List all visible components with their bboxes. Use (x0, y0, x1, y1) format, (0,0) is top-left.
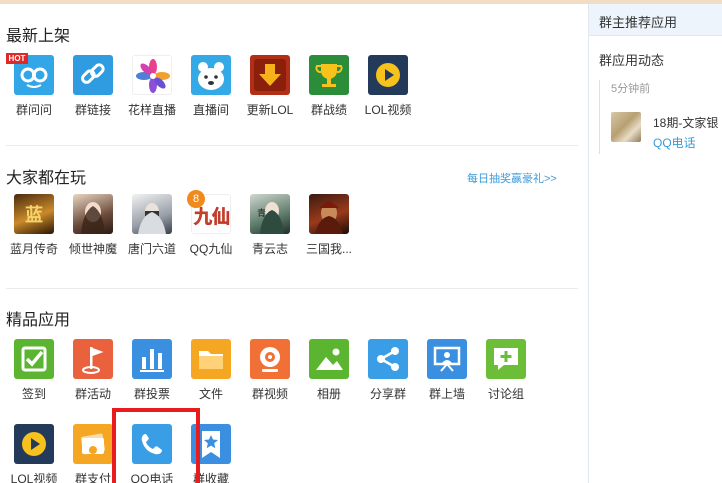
app-label: LOL视频 (10, 472, 58, 483)
chat-plus-icon (486, 339, 526, 379)
section-divider (6, 145, 578, 146)
section-title-popular: 大家都在玩 (6, 170, 87, 187)
app-label: 群链接 (74, 103, 111, 117)
timeline-line (599, 80, 600, 154)
app-files[interactable]: 文件 (183, 339, 243, 409)
app-label: 文件 (198, 387, 223, 401)
app-album[interactable]: 相册 (301, 339, 361, 409)
app-qunzhanji[interactable]: 群战绩 (301, 55, 361, 125)
game-sanguo[interactable]: 三国我... (301, 194, 361, 264)
game-qingyun[interactable]: 青 青云志 (242, 194, 302, 264)
app-signin[interactable]: 签到 (6, 339, 66, 409)
app-label: 群问问 (15, 103, 52, 117)
app-label: 花样直播 (127, 103, 176, 117)
app-label: 签到 (21, 387, 46, 401)
feed-thumbnail[interactable] (611, 112, 641, 142)
app-label: 群战绩 (310, 103, 347, 117)
play-button-icon (368, 55, 408, 95)
highlight-box (112, 408, 200, 483)
app-label: 更新LOL (246, 103, 294, 117)
game-qingyun-icon: 青 (250, 194, 290, 234)
bar-chart-icon (132, 339, 172, 379)
lottery-link[interactable]: 每日抽奖赢豪礼>> (467, 170, 557, 186)
app-label: 讨论组 (487, 387, 524, 401)
app-label: 群活动 (74, 387, 111, 401)
game-tangmen[interactable]: 唐门六道 (124, 194, 184, 264)
app-qunwenwen[interactable]: 群问问 (6, 55, 66, 125)
download-arrow-icon (250, 55, 290, 95)
app-label: 相册 (316, 387, 341, 401)
app-update-lol[interactable]: 更新LOL (242, 55, 302, 125)
app-label: LOL视频 (364, 103, 412, 117)
section-title-new: 最新上架 (6, 28, 71, 45)
game-tangmen-icon (132, 194, 172, 234)
section-title-premium: 精品应用 (6, 312, 71, 329)
app-label: 唐门六道 (127, 242, 176, 256)
app-label: 青云志 (251, 242, 288, 256)
share-icon (368, 339, 408, 379)
app-group-vote[interactable]: 群投票 (124, 339, 184, 409)
app-label: QQ九仙 (189, 242, 233, 256)
chain-link-icon (73, 55, 113, 95)
app-group-activity[interactable]: 群活动 (65, 339, 125, 409)
app-lol-video[interactable]: LOL视频 (360, 55, 420, 125)
app-discussion[interactable]: 讨论组 (478, 339, 538, 409)
app-zhibojian[interactable]: 直播间 (183, 55, 243, 125)
app-huayang-live[interactable]: 花样直播 (124, 55, 184, 125)
recommend-sidebar: 群主推荐应用 群应用动态 5分钟前 18期-文家银 QQ电话 (588, 4, 722, 483)
app-group-video[interactable]: 群视频 (242, 339, 302, 409)
app-group-wall[interactable]: 群上墙 (419, 339, 479, 409)
sidebar-header: 群主推荐应用 (589, 4, 722, 36)
svg-text:蓝: 蓝 (25, 205, 43, 226)
app-label: 直播间 (192, 103, 229, 117)
notification-badge: 8 (187, 190, 205, 208)
app-label: 三国我... (305, 242, 352, 256)
feed-time: 5分钟前 (611, 83, 651, 95)
app-center-main: 最新上架 HOT 群问问 群链接 花样直播 直播间 更新LOL 群战绩 LOL视… (0, 4, 588, 483)
app-lol-video-2[interactable]: LOL视频 (6, 424, 66, 483)
game-lanyue-icon: 蓝 (14, 194, 54, 234)
folder-icon (191, 339, 231, 379)
app-label: 群视频 (251, 387, 288, 401)
game-qingshi-icon (73, 194, 113, 234)
app-label: 群上墙 (428, 387, 465, 401)
wallet-icon (73, 424, 113, 464)
feed-title: 18期-文家银 (653, 116, 719, 130)
game-qingshi[interactable]: 倾世神魔 (65, 194, 125, 264)
checkmark-icon (14, 339, 54, 379)
hot-badge: HOT (6, 53, 28, 64)
svg-text:青: 青 (257, 207, 266, 219)
app-label: 群投票 (133, 387, 170, 401)
feed-app-link[interactable]: QQ电话 (653, 134, 696, 151)
game-lanyue[interactable]: 蓝 蓝月传奇 (6, 194, 66, 264)
game-sanguo-icon (309, 194, 349, 234)
app-label: 蓝月传奇 (9, 242, 58, 256)
webcam-icon (250, 339, 290, 379)
section-divider (6, 288, 578, 289)
presentation-icon (427, 339, 467, 379)
app-share-group[interactable]: 分享群 (360, 339, 420, 409)
flag-icon (73, 339, 113, 379)
polar-bear-icon (191, 55, 231, 95)
svg-text:九仙: 九仙 (193, 206, 230, 228)
app-label: 分享群 (369, 387, 406, 401)
trophy-icon (309, 55, 349, 95)
sidebar-subtitle: 群应用动态 (599, 53, 665, 68)
app-qunlianjie[interactable]: 群链接 (65, 55, 125, 125)
mountain-photo-icon (309, 339, 349, 379)
play-button-icon (14, 424, 54, 464)
flower-icon (132, 55, 172, 95)
app-label: 倾世神魔 (68, 242, 117, 256)
